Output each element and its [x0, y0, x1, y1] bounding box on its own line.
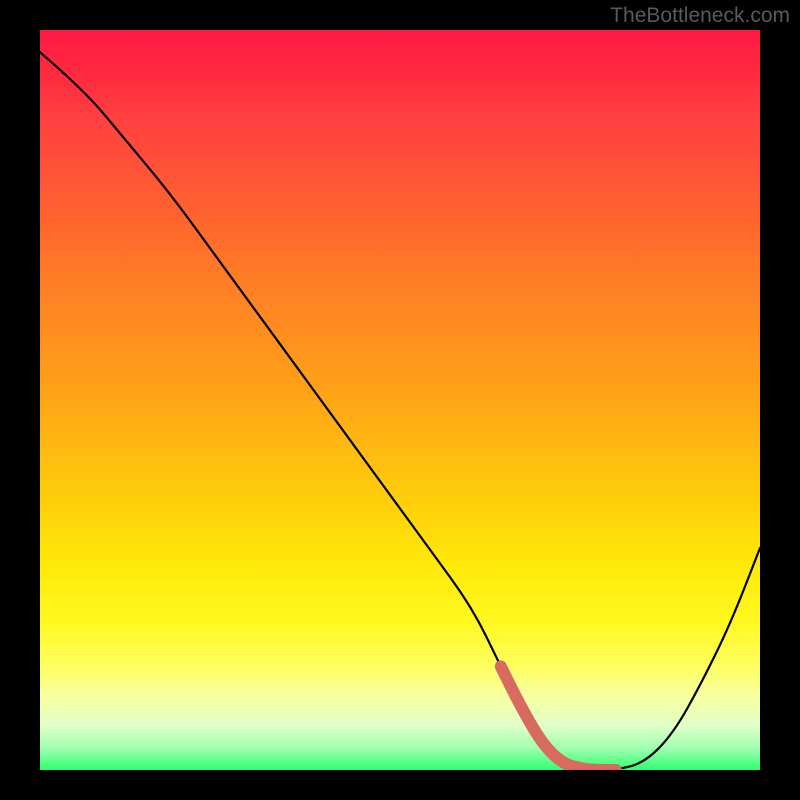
watermark-text: TheBottleneck.com [610, 4, 790, 28]
highlight-segment [501, 666, 616, 770]
curve-line [40, 52, 760, 770]
chart-plot-area [40, 30, 760, 770]
bottleneck-curve [40, 30, 760, 770]
